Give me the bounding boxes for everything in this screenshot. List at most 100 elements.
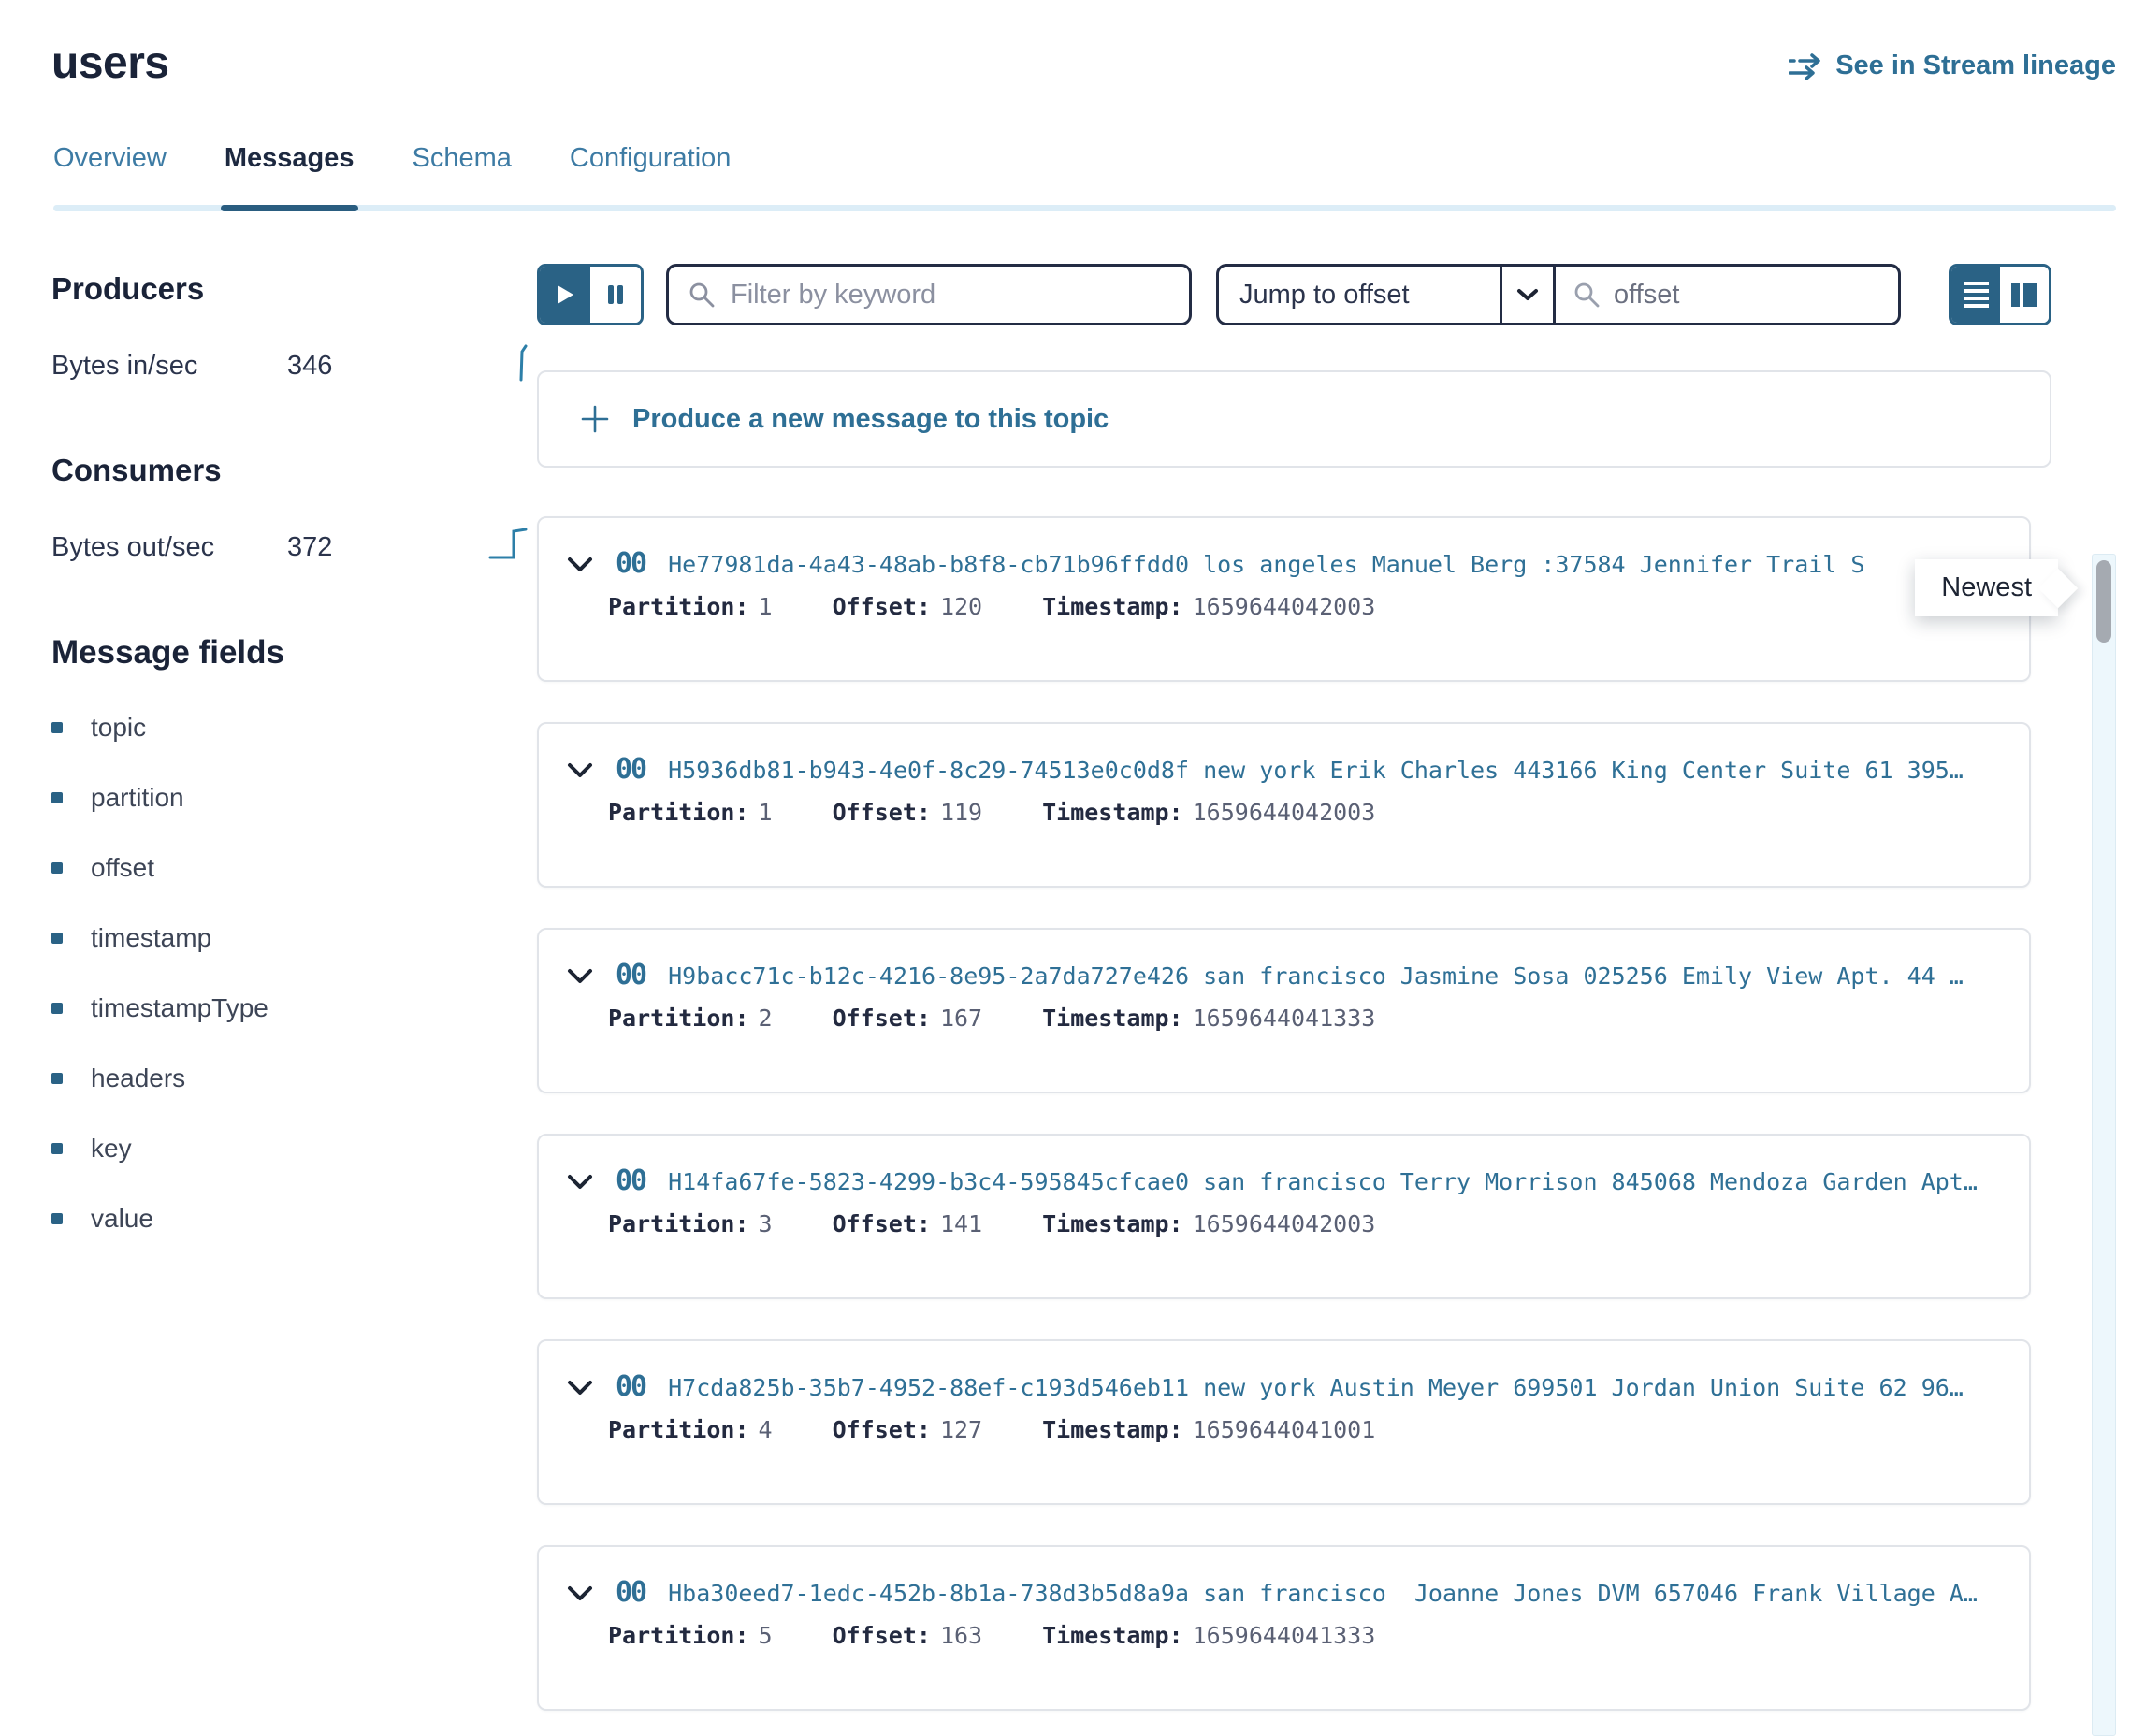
tab-overview[interactable]: Overview	[53, 143, 167, 211]
search-icon	[1573, 281, 1601, 309]
offset-label: Offset:	[833, 1005, 931, 1032]
messages-scrollbar-thumb[interactable]	[2096, 560, 2111, 643]
partition-label: Partition:	[608, 799, 749, 826]
expand-chevron-icon[interactable]	[567, 1585, 593, 1601]
stream-lineage-icon	[1789, 51, 1824, 81]
timestamp-field: Timestamp:1659644042003	[1042, 1210, 1375, 1237]
field-label: partition	[91, 783, 184, 813]
partition-label: Partition:	[608, 1005, 749, 1032]
topic-messages-page: users See in Stream lineage Overview Mes…	[0, 0, 2131, 1736]
message-summary-row: 00 H5936db81-b943-4e0f-8c29-74513e0c0d8f…	[567, 756, 2001, 784]
bytes-out-label: Bytes out/sec	[51, 532, 287, 563]
plus-icon	[580, 404, 610, 434]
timestamp-value: 1659644042003	[1193, 799, 1376, 826]
expand-chevron-icon[interactable]	[567, 762, 593, 778]
message-summary-row: 00 H7cda825b-35b7-4952-88ef-c193d546eb11…	[567, 1373, 2001, 1401]
message-summary: H7cda825b-35b7-4952-88ef-c193d546eb11 ne…	[668, 1374, 2001, 1401]
partition-label: Partition:	[608, 1622, 749, 1649]
page-header: users See in Stream lineage	[0, 0, 2131, 89]
offset-value: 120	[940, 593, 982, 620]
field-bullet-icon	[51, 1003, 63, 1014]
stream-lineage-label: See in Stream lineage	[1835, 51, 2116, 81]
partition-label: Partition:	[608, 1210, 749, 1237]
offset-field: Offset:119	[833, 799, 983, 826]
offset-value: 163	[940, 1622, 982, 1649]
field-bullet-icon	[51, 1143, 63, 1154]
message-summary: Hba30eed7-1edc-452b-8b1a-738d3b5d8a9a sa…	[668, 1580, 2001, 1607]
value-type-icon: 00	[616, 756, 645, 784]
value-type-icon: 00	[616, 1373, 645, 1401]
producers-heading: Producers	[51, 271, 537, 307]
page-title: users	[51, 37, 169, 89]
timestamp-field: Timestamp:1659644041333	[1042, 1005, 1375, 1032]
tab-messages[interactable]: Messages	[225, 143, 355, 211]
expand-chevron-icon[interactable]	[567, 557, 593, 572]
split-view-button[interactable]	[2000, 267, 2049, 323]
message-field-item[interactable]: headers	[51, 1063, 537, 1093]
timestamp-field: Timestamp:1659644041333	[1042, 1622, 1375, 1649]
timestamp-field: Timestamp: 1659644041001	[1042, 1416, 1375, 1443]
timestamp-label: Timestamp:	[1042, 1005, 1183, 1032]
timestamp-label: Timestamp:	[1042, 593, 1183, 620]
produce-message-button[interactable]: Produce a new message to this topic	[537, 370, 2051, 468]
tab-configuration[interactable]: Configuration	[570, 143, 732, 211]
timestamp-value: 1659644041001	[1193, 1416, 1376, 1443]
newest-tooltip: Newest	[1915, 559, 2058, 616]
timestamp-label: Timestamp:	[1042, 1416, 1183, 1443]
message-field-item[interactable]: key	[51, 1134, 537, 1164]
expand-chevron-icon[interactable]	[567, 1174, 593, 1190]
expand-chevron-icon[interactable]	[567, 968, 593, 984]
jump-to-offset-select[interactable]: Jump to offset	[1219, 267, 1500, 323]
view-mode-toggle	[1949, 264, 2051, 326]
field-label: timestamp	[91, 923, 211, 953]
value-type-icon: 00	[616, 962, 645, 990]
message-card[interactable]: 00 H7cda825b-35b7-4952-88ef-c193d546eb11…	[537, 1339, 2031, 1505]
message-field-item[interactable]: offset	[51, 853, 537, 883]
message-summary: H5936db81-b943-4e0f-8c29-74513e0c0d8f ne…	[668, 757, 2001, 784]
offset-field: Offset:163	[833, 1622, 983, 1649]
message-summary: He77981da-4a43-48ab-b8f8-cb71b96ffdd0 lo…	[668, 551, 2001, 578]
stream-lineage-link[interactable]: See in Stream lineage	[1789, 51, 2116, 81]
offset-label: Offset:	[833, 799, 931, 826]
message-field-item[interactable]: timestampType	[51, 993, 537, 1023]
jump-to-offset-group: Jump to offset	[1216, 264, 1901, 326]
partition-field: Partition:5	[608, 1622, 773, 1649]
offset-value: 141	[940, 1210, 982, 1237]
message-summary-row: 00 He77981da-4a43-48ab-b8f8-cb71b96ffdd0…	[567, 550, 2001, 578]
keyword-filter-input[interactable]	[731, 280, 1170, 311]
partition-field: Partition:2	[608, 1005, 773, 1032]
partition-field: Partition:1	[608, 593, 773, 620]
bytes-in-value: 346	[287, 351, 409, 382]
offset-field: Offset:120	[833, 593, 983, 620]
tab-schema[interactable]: Schema	[413, 143, 512, 211]
offset-value: 127	[940, 1416, 982, 1443]
message-card[interactable]: 00 Hba30eed7-1edc-452b-8b1a-738d3b5d8a9a…	[537, 1545, 2031, 1711]
message-field-item[interactable]: partition	[51, 783, 537, 813]
value-type-icon: 00	[616, 1579, 645, 1607]
message-meta-row: Partition:5 Offset:163 Timestamp:1659644…	[608, 1622, 2001, 1649]
expand-chevron-icon[interactable]	[567, 1380, 593, 1396]
play-button[interactable]	[540, 267, 590, 323]
message-meta-row: Partition:1 Offset:120 Timestamp:1659644…	[608, 593, 2001, 620]
message-meta-row: Partition:2 Offset:167 Timestamp:1659644…	[608, 1005, 2001, 1032]
message-summary: H9bacc71c-b12c-4216-8e95-2a7da727e426 sa…	[668, 962, 2001, 990]
chevron-down-icon[interactable]	[1500, 267, 1556, 323]
message-card[interactable]: 00 He77981da-4a43-48ab-b8f8-cb71b96ffdd0…	[537, 516, 2031, 682]
message-field-item[interactable]: timestamp	[51, 923, 537, 953]
message-fields-list: topic partition offset timestamp	[51, 713, 537, 1234]
bytes-in-label: Bytes in/sec	[51, 351, 287, 382]
metrics-sidebar: Producers Bytes in/sec 346 Consumers Byt…	[0, 211, 537, 1274]
offset-search-input[interactable]	[1614, 280, 1881, 311]
partition-value: 4	[759, 1416, 773, 1443]
message-card[interactable]: 00 H9bacc71c-b12c-4216-8e95-2a7da727e426…	[537, 928, 2031, 1093]
split-view-icon	[2011, 283, 2037, 307]
message-field-item[interactable]: topic	[51, 713, 537, 743]
message-card[interactable]: 00 H5936db81-b943-4e0f-8c29-74513e0c0d8f…	[537, 722, 2031, 888]
timestamp-value: 1659644042003	[1193, 1210, 1376, 1237]
message-field-item[interactable]: value	[51, 1204, 537, 1234]
message-card[interactable]: 00 H14fa67fe-5823-4299-b3c4-595845cfcae0…	[537, 1134, 2031, 1299]
list-view-button[interactable]	[1951, 267, 2000, 323]
messages-scrollbar-track[interactable]	[2092, 554, 2116, 1736]
field-label: headers	[91, 1063, 185, 1093]
pause-button[interactable]	[590, 267, 641, 323]
